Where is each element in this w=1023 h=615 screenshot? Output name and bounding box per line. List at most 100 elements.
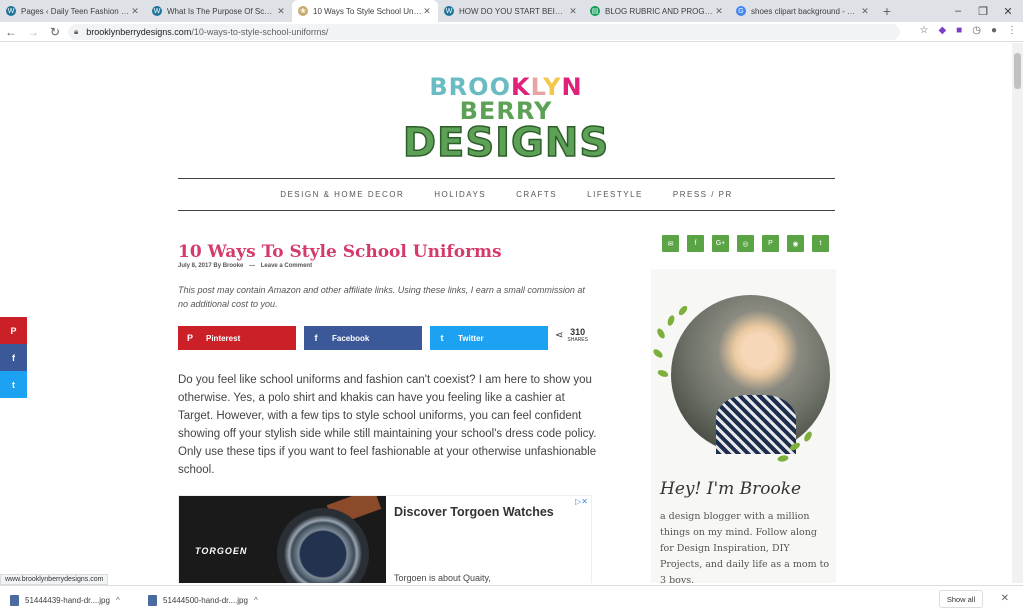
status-bar: www.brooklynberrydesigns.com (0, 574, 109, 585)
google-icon: G (736, 6, 746, 16)
tab-close-icon[interactable]: ✕ (568, 6, 578, 17)
tab-close-icon[interactable]: ✕ (276, 6, 286, 17)
downloads-bar: 51444439-hand-dr....jpg ^ 51444500-hand-dr… (0, 585, 1023, 615)
ad-choices-icon[interactable]: ▷✕ (575, 497, 588, 506)
floating-twitter-icon[interactable]: t (0, 371, 27, 398)
main-nav: DESIGN & HOME DECOR HOLIDAYS CRAFTS LIFESTY… (178, 178, 835, 211)
browser-toolbar: ← → ↻ 🔒︎ brooklynberrydesigns.com/10-way… (0, 22, 1023, 42)
address-bar[interactable]: 🔒︎ brooklynberrydesigns.com/10-ways-to-s… (68, 24, 900, 40)
download-item[interactable]: 51444439-hand-dr....jpg ^ (0, 595, 138, 606)
url-path: /10-ways-to-style-school-uniforms/ (191, 27, 329, 37)
post-date: July 8, 2017 (178, 263, 212, 269)
floating-pinterest-icon[interactable]: P (0, 317, 27, 344)
post-author[interactable]: Brooke (223, 263, 244, 269)
extension-icon[interactable]: ◆ (938, 25, 946, 36)
ad-brand: TORGOEN (195, 546, 248, 556)
nav-item-design-home-decor[interactable]: DESIGN & HOME DECOR (265, 190, 419, 199)
google-plus-icon[interactable]: G+ (712, 235, 729, 252)
tab-close-icon[interactable]: ✕ (860, 6, 870, 17)
site-favicon: ❀ (298, 6, 308, 16)
leave-comment-link[interactable]: Leave a Comment (261, 263, 312, 269)
profile-avatar-icon[interactable]: ● (991, 25, 997, 36)
url-host: brooklynberrydesigns.com (86, 27, 192, 37)
tab-title: Pages ‹ Daily Teen Fashion — Wo (21, 6, 130, 16)
floating-share-bar: Pft (0, 317, 27, 398)
download-filename: 51444439-hand-dr....jpg (25, 596, 110, 605)
nav-item-holidays[interactable]: HOLIDAYS (419, 190, 501, 199)
share-button-label: Facebook (332, 333, 370, 343)
floating-facebook-icon[interactable]: f (0, 344, 27, 371)
chevron-up-icon[interactable]: ^ (254, 596, 258, 605)
image-file-icon (10, 595, 19, 606)
watch-image (277, 508, 369, 583)
extension-puzzle-icon[interactable]: ■ (956, 25, 962, 36)
tab-0[interactable]: W Pages ‹ Daily Teen Fashion — Wo✕ (0, 0, 146, 22)
ad-image[interactable]: TORGOEN (179, 496, 386, 583)
post-title[interactable]: 10 Ways To Style School Uniforms (178, 242, 502, 262)
twitter-icon[interactable]: t (812, 235, 829, 252)
wordpress-icon: W (444, 6, 454, 16)
tab-2[interactable]: ❀ 10 Ways To Style School Uniform ✕ (292, 0, 438, 22)
tab-close-icon[interactable]: ✕ (422, 6, 432, 17)
close-window-icon[interactable]: ✕ (993, 0, 1023, 22)
share-arrow-icon: ⋖ (555, 330, 564, 341)
chevron-up-icon[interactable]: ^ (116, 596, 120, 605)
twitter-share-button[interactable]: t Twitter (430, 326, 548, 350)
reload-icon[interactable]: ↻ (44, 25, 66, 39)
affiliate-disclaimer: This post may contain Amazon and other a… (178, 285, 585, 309)
pinterest-icon: P (186, 333, 193, 343)
about-greeting: Hey! I'm Brooke (660, 479, 802, 499)
site-logo[interactable]: BROOKLYN BERRY DESIGNS (386, 73, 626, 166)
share-count: ⋖ 310 SHARES (555, 327, 588, 344)
meta-separator: — (249, 263, 256, 269)
tab-title: shoes clipart background - Goog (751, 6, 860, 16)
tab-close-icon[interactable]: ✕ (714, 6, 724, 17)
rss-icon[interactable]: ◉ (787, 235, 804, 252)
tab-strip: WPages ‹ Daily Teen Fashion — Wo✕WWhat I… (0, 0, 1023, 22)
bookmark-star-icon[interactable]: ☆ (920, 25, 929, 36)
author-photo (671, 295, 830, 454)
close-downloads-icon[interactable]: ✕ (1001, 593, 1009, 604)
pinterest-icon[interactable]: P (762, 235, 779, 252)
tab-3[interactable]: W HOW DO YOU START BEING AN ✕ (438, 0, 584, 22)
logo-bottom-text: DESIGNS (402, 120, 610, 166)
email-icon[interactable]: ✉ (662, 235, 679, 252)
show-all-downloads-button[interactable]: Show all (939, 590, 983, 608)
nav-item-lifestyle[interactable]: LIFESTYLE (572, 190, 658, 199)
new-tab-button[interactable]: + (876, 0, 898, 22)
logo-top-text: BROOKLYN BERRY (429, 73, 583, 125)
menu-dots-icon[interactable]: ⋮ (1007, 25, 1017, 36)
social-icons: ✉ f G+ ◎ P ◉ t (662, 235, 829, 252)
tab-1[interactable]: W What Is The Purpose Of School U ✕ (146, 0, 292, 22)
tab-title: HOW DO YOU START BEING AN (459, 6, 568, 16)
tab-close-icon[interactable]: ✕ (130, 6, 140, 17)
lock-icon: 🔒︎ (74, 27, 79, 36)
extension-timer-icon[interactable]: ◷ (972, 25, 981, 36)
post-meta: July 8, 2017 By Brooke — Leave a Comment (178, 263, 312, 269)
share-button-label: Pinterest (206, 333, 241, 343)
nav-item-press-pr[interactable]: PRESS / PR (658, 190, 748, 199)
facebook-icon: f (314, 333, 318, 343)
forward-arrow-icon[interactable]: → (22, 25, 44, 39)
share-count-number: 310 (570, 327, 586, 337)
facebook-icon[interactable]: f (687, 235, 704, 252)
back-arrow-icon[interactable]: ← (0, 25, 22, 39)
scrollbar-thumb[interactable] (1014, 53, 1021, 89)
facebook-share-button[interactable]: f Facebook (304, 326, 422, 350)
download-item[interactable]: 51444500-hand-dr....jpg ^ (138, 595, 276, 606)
instagram-icon[interactable]: ◎ (737, 235, 754, 252)
tab-title: 10 Ways To Style School Uniform (313, 6, 422, 16)
sheets-icon: ▤ (590, 6, 600, 16)
ad-title[interactable]: Discover Torgoen Watches (394, 505, 554, 519)
ad-banner[interactable]: TORGOEN Discover Torgoen Watches ▷✕ Torg… (178, 495, 592, 583)
tab-4[interactable]: ▤ BLOG RUBRIC AND PROGRESS M✕ (584, 0, 730, 22)
ad-description: Torgoen is about Quaity, (394, 573, 491, 583)
share-button-label: Twitter (458, 333, 484, 343)
page-scrollbar[interactable] (1012, 43, 1023, 583)
nav-item-crafts[interactable]: CRAFTS (501, 190, 572, 199)
pinterest-share-button[interactable]: P Pinterest (178, 326, 296, 350)
tab-5[interactable]: Gshoes clipart background - Goog ✕ (730, 0, 876, 22)
wordpress-icon: W (152, 6, 162, 16)
twitter-icon: t (440, 333, 444, 343)
tab-list: WPages ‹ Daily Teen Fashion — Wo✕WWhat I… (0, 0, 876, 22)
